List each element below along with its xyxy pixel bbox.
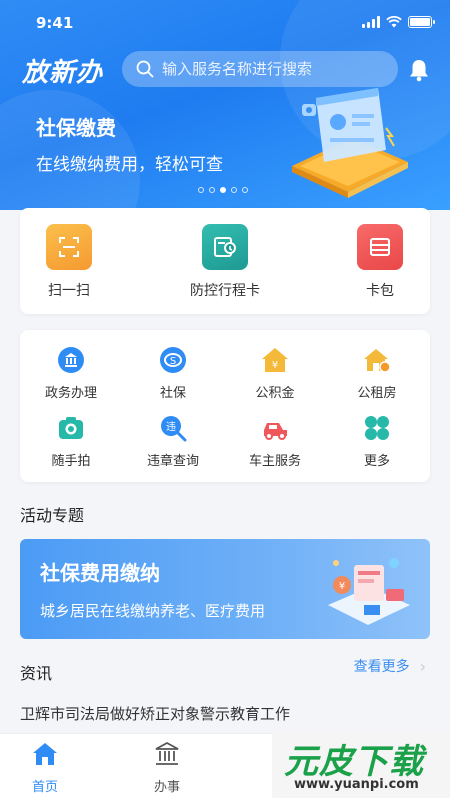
- watermark-url: www.yuanpi.com: [294, 777, 419, 792]
- service-more[interactable]: 更多: [326, 414, 428, 469]
- government-icon: [57, 346, 85, 374]
- service-car-owner[interactable]: 车主服务: [224, 414, 326, 469]
- service-label: 随手拍: [51, 454, 91, 469]
- housing-fund-icon: ¥: [261, 346, 289, 374]
- scan-icon: [46, 224, 92, 270]
- service-social-security[interactable]: S 社保: [122, 346, 224, 401]
- promo-banner[interactable]: 社保费用缴纳 城乡居民在线缴纳养老、医疗费用 ¥: [20, 539, 430, 639]
- svg-text:¥: ¥: [339, 581, 345, 592]
- svg-text:S: S: [170, 356, 176, 367]
- home-icon: [33, 743, 57, 765]
- quick-action-label: 扫一扫: [48, 283, 90, 299]
- quick-action-label: 卡包: [366, 283, 394, 299]
- status-icons: [362, 16, 435, 28]
- pagination-dot[interactable]: [198, 187, 204, 193]
- quick-actions-card: 扫一扫 防控行程卡 卡包: [20, 208, 430, 314]
- service-housing-fund[interactable]: ¥ 公积金: [224, 346, 326, 401]
- quick-action-travel-card[interactable]: 防控行程卡: [170, 224, 280, 300]
- quick-action-card-wallet[interactable]: 卡包: [325, 224, 435, 300]
- view-more-label: 查看更多: [353, 659, 410, 675]
- tab-services[interactable]: 办事: [122, 740, 212, 795]
- service-label: 政务办理: [44, 386, 97, 401]
- public-housing-icon: [363, 346, 391, 374]
- search-bar[interactable]: [122, 51, 398, 87]
- tab-label: 办事: [153, 780, 180, 795]
- header: 9:41 放新办 社保缴费 在线缴纳费用，轻松可查: [0, 0, 450, 210]
- service-label: 更多: [363, 454, 390, 469]
- battery-icon: [408, 16, 435, 28]
- service-label: 社保: [159, 386, 186, 401]
- government-building-icon: [155, 741, 179, 765]
- service-label: 公租房: [357, 386, 397, 401]
- status-time: 9:41: [36, 14, 74, 32]
- service-violation-query[interactable]: 违 违章查询: [122, 414, 224, 469]
- pagination-dot[interactable]: [242, 187, 248, 193]
- banner-subtitle: 在线缴纳费用，轻松可查: [36, 155, 223, 175]
- wifi-icon: [386, 16, 402, 28]
- status-bar: 9:41: [0, 12, 450, 36]
- service-government[interactable]: 政务办理: [20, 346, 122, 401]
- search-icon: [136, 60, 154, 78]
- quick-action-label: 防控行程卡: [190, 283, 260, 299]
- camera-icon: [57, 414, 85, 442]
- service-camera[interactable]: 随手拍: [20, 414, 122, 469]
- social-security-icon: S: [159, 346, 187, 374]
- card-wallet-icon: [357, 224, 403, 270]
- view-more-link[interactable]: 查看更多 ›: [354, 656, 426, 676]
- tab-home[interactable]: 首页: [0, 740, 90, 795]
- watermark-text: 元皮下载: [284, 742, 424, 782]
- tab-label: 首页: [31, 780, 58, 795]
- svg-text:违: 违: [166, 421, 176, 433]
- banner-pagination[interactable]: [198, 187, 248, 193]
- news-item[interactable]: 卫辉市司法局做好矫正对象警示教育工作: [20, 703, 290, 724]
- service-public-housing[interactable]: 公租房: [326, 346, 428, 401]
- news-section-title: 资讯: [20, 664, 53, 683]
- service-label: 公积金: [255, 386, 295, 401]
- activities-section-title: 活动专题: [20, 506, 85, 525]
- pagination-dot-active[interactable]: [220, 187, 226, 193]
- bell-icon[interactable]: [408, 58, 430, 82]
- service-label: 违章查询: [146, 454, 199, 469]
- banner-title: 社保缴费: [36, 116, 116, 140]
- services-grid: 政务办理 S 社保 ¥ 公积金 公租房 随手拍 违 违章查询 车主服务 更多: [20, 330, 430, 482]
- pagination-dot[interactable]: [209, 187, 215, 193]
- app-logo: 放新办: [22, 58, 104, 88]
- banner-illustration: [292, 88, 408, 198]
- watermark: 元皮下载 www.yuanpi.com: [272, 730, 450, 798]
- signal-icon: [362, 16, 380, 28]
- pagination-dot[interactable]: [231, 187, 237, 193]
- search-input[interactable]: [162, 60, 382, 78]
- chevron-right-icon: ›: [419, 656, 426, 676]
- violation-query-icon: 违: [159, 414, 187, 442]
- quick-action-scan[interactable]: 扫一扫: [14, 224, 124, 300]
- car-service-icon: [261, 414, 289, 442]
- more-icon: [363, 414, 391, 442]
- promo-subtitle: 城乡居民在线缴纳养老、医疗费用: [40, 602, 266, 620]
- promo-illustration: ¥: [328, 558, 410, 625]
- service-label: 车主服务: [248, 454, 301, 469]
- travel-card-icon: [202, 224, 248, 270]
- svg-text:¥: ¥: [272, 360, 278, 371]
- promo-title: 社保费用缴纳: [40, 561, 160, 585]
